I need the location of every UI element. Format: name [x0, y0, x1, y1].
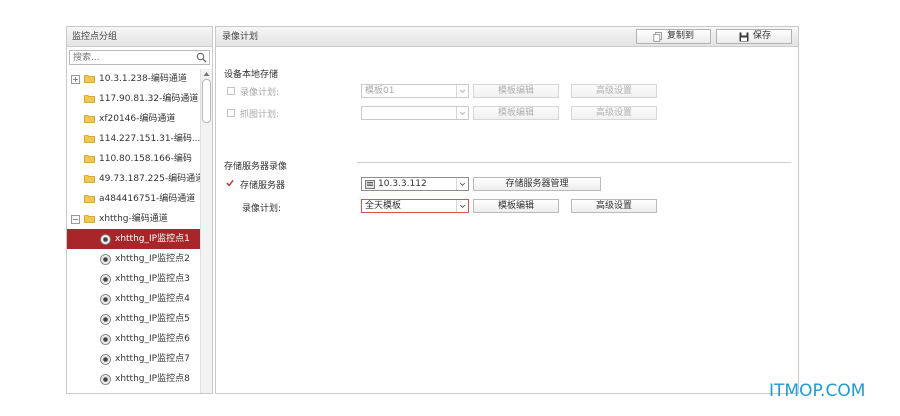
camera-tree: + 10.3.1.238-编码通道 117.90.81.32-编码通道 xf20… — [67, 69, 212, 393]
folder-icon — [84, 95, 95, 103]
folder-icon — [84, 135, 95, 143]
tree-node-label: xhtthg_IP监控点2 — [115, 254, 190, 264]
camera-group-title: 监控点分组 — [67, 27, 212, 47]
folder-icon — [84, 175, 95, 183]
tree-node-label: 10.3.1.238-编码通道 — [99, 74, 187, 84]
tree-node-camera[interactable]: xhtthg_IP监控点3 — [67, 269, 200, 289]
tree-node-camera[interactable]: xhtthg_IP监控点6 — [67, 329, 200, 349]
tree-node-camera[interactable]: xhtthg_IP监控点7 — [67, 349, 200, 369]
camera-icon — [100, 354, 111, 365]
chevron-down-icon[interactable] — [456, 178, 468, 190]
tree-node-camera[interactable]: xhtthg_IP监控点5 — [67, 309, 200, 329]
tree-node-folder[interactable]: 49.73.187.225-编码通道 — [67, 169, 200, 189]
local-storage-title: 设备本地存储 — [224, 70, 279, 80]
tree-node-label: a484416751-编码通道 — [99, 194, 196, 204]
tree-node-label: xhtthg_IP监控点1 — [115, 234, 190, 244]
storage-server-manage-button[interactable]: 存储服务器管理 — [473, 177, 601, 191]
tree-node-camera[interactable]: xhtthg_IP监控点8 — [67, 369, 200, 389]
folder-icon — [84, 195, 95, 203]
save-button[interactable]: 保存 — [716, 29, 792, 44]
save-label: 保存 — [753, 31, 772, 41]
folder-icon — [84, 215, 95, 223]
tree-node-camera[interactable]: xhtthg_IP监控点2 — [67, 249, 200, 269]
server-advanced-settings-button[interactable]: 高级设置 — [571, 199, 657, 213]
tree-node-group[interactable]: − xhtthg-编码通道 — [67, 209, 200, 229]
chevron-down-icon[interactable] — [456, 107, 468, 119]
record-plan-header: 录像计划 复制到 保存 — [216, 27, 798, 47]
site-watermark: ITMOP.COM — [769, 381, 866, 401]
search-box[interactable] — [69, 50, 210, 65]
tree-node-label: 110.80.158.166-编码 — [99, 154, 192, 164]
local-record-plan-value: 模板01 — [365, 86, 395, 96]
local-record-plan-label: 录像计划: — [240, 88, 280, 98]
server-storage-title: 存储服务器录像 — [224, 162, 288, 172]
capture-plan-checkbox[interactable] — [227, 109, 235, 117]
camera-icon — [100, 334, 111, 345]
tree-scrollbar[interactable] — [200, 69, 212, 393]
chevron-down-icon[interactable] — [456, 85, 468, 97]
storage-server-label: 存储服务器 — [240, 181, 286, 191]
tree-node-camera[interactable]: xhtthg_IP监控点4 — [67, 289, 200, 309]
save-icon — [739, 32, 749, 42]
server-icon — [365, 180, 375, 189]
tree-node-label: 117.90.81.32-编码通道 — [99, 94, 199, 104]
folder-icon — [84, 115, 95, 123]
section-divider — [357, 162, 791, 163]
server-record-plan-value: 全天模板 — [365, 201, 402, 211]
storage-server-checkbox[interactable] — [226, 179, 234, 187]
storage-server-select[interactable]: 10.3.3.112 — [361, 177, 469, 191]
server-template-edit-button[interactable]: 模板编辑 — [473, 199, 559, 213]
capture-plan-select[interactable] — [361, 106, 469, 120]
tree-node-label: xhtthg_IP监控点5 — [115, 314, 190, 324]
tree-node-label: xhtthg_IP监控点7 — [115, 354, 190, 364]
tree-node-label: xhtthg-编码通道 — [99, 214, 168, 224]
tree-node-folder[interactable]: 114.227.151.31-编码... — [67, 129, 200, 149]
local-advanced-settings-button[interactable]: 高级设置 — [571, 84, 657, 98]
tree-node-folder[interactable]: a484416751-编码通道 — [67, 189, 200, 209]
copy-to-label: 复制到 — [667, 31, 695, 41]
chevron-down-icon[interactable] — [456, 200, 468, 212]
record-plan-panel: 录像计划 复制到 保存 设备本地存储 录像计划: 模板01 模板编辑 高级设置 … — [215, 26, 799, 394]
local-template-edit-button[interactable]: 模板编辑 — [473, 84, 559, 98]
local-record-plan-select[interactable]: 模板01 — [361, 84, 469, 98]
capture-template-edit-button[interactable]: 模板编辑 — [473, 106, 559, 120]
storage-server-value: 10.3.3.112 — [378, 179, 427, 189]
tree-node-folder[interactable]: 117.90.81.32-编码通道 — [67, 89, 200, 109]
record-plan-checkbox[interactable] — [227, 87, 235, 95]
tree-node-label: xf20146-编码通道 — [99, 114, 176, 124]
tree-node-camera-selected[interactable]: xhtthg_IP监控点1 — [67, 229, 200, 249]
scrollbar-thumb[interactable] — [202, 79, 211, 123]
search-icon[interactable] — [196, 52, 207, 63]
camera-icon — [100, 234, 111, 245]
tree-node-label: xhtthg_IP监控点6 — [115, 334, 190, 344]
folder-icon — [84, 155, 95, 163]
search-input[interactable] — [70, 51, 194, 64]
tree-node-group[interactable]: + 10.3.1.238-编码通道 — [67, 69, 200, 89]
capture-plan-label: 抓图计划: — [240, 110, 280, 120]
folder-icon — [84, 75, 95, 83]
record-plan-title: 录像计划 — [222, 32, 259, 42]
camera-icon — [100, 274, 111, 285]
tree-node-label: 114.227.151.31-编码... — [99, 134, 200, 144]
server-record-plan-select[interactable]: 全天模板 — [361, 199, 469, 213]
expand-icon[interactable]: + — [71, 75, 80, 84]
camera-group-panel: 监控点分组 + 10.3.1.238-编码通道 117.90.81.32-编码通… — [66, 26, 213, 394]
camera-icon — [100, 254, 111, 265]
server-record-plan-label: 录像计划: — [242, 204, 282, 214]
tree-node-folder[interactable]: xf20146-编码通道 — [67, 109, 200, 129]
tree-node-folder[interactable]: 110.80.158.166-编码 — [67, 149, 200, 169]
copy-to-button[interactable]: 复制到 — [636, 29, 711, 44]
scroll-up-icon[interactable] — [203, 71, 210, 77]
collapse-icon[interactable]: − — [71, 215, 80, 224]
camera-icon — [100, 374, 111, 385]
tree-node-label: 49.73.187.225-编码通道 — [99, 174, 200, 184]
camera-icon — [100, 314, 111, 325]
capture-advanced-settings-button[interactable]: 高级设置 — [571, 106, 657, 120]
copy-icon — [653, 32, 662, 42]
camera-icon — [100, 294, 111, 305]
tree-node-label: xhtthg_IP监控点4 — [115, 294, 190, 304]
tree-node-label: xhtthg_IP监控点8 — [115, 374, 190, 384]
tree-node-label: xhtthg_IP监控点3 — [115, 274, 190, 284]
